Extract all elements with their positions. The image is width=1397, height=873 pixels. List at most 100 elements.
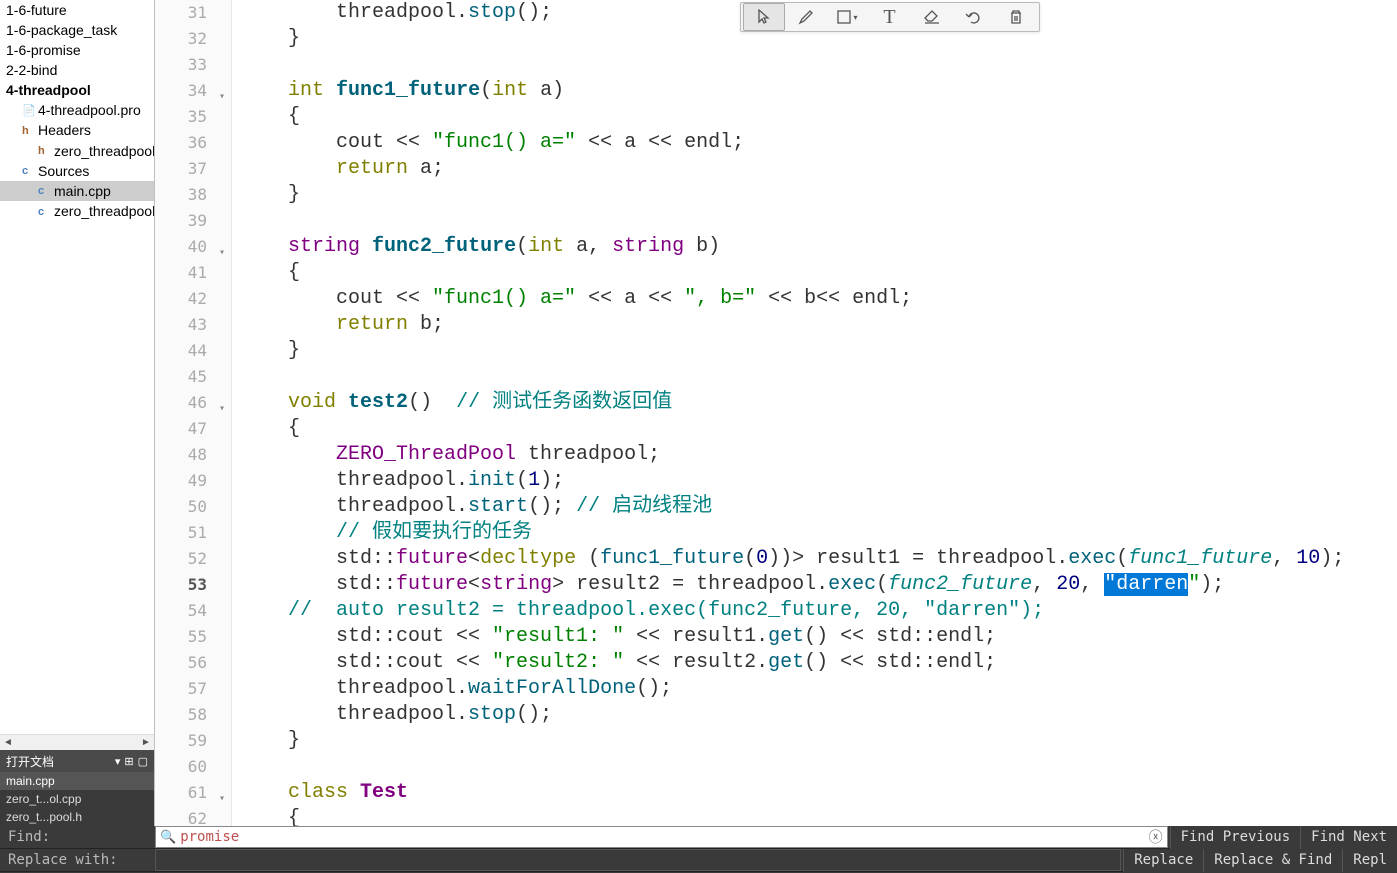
cursor-tool[interactable]	[743, 3, 785, 31]
code-line[interactable]: string func2_future(int a, string b)	[240, 234, 1397, 260]
line-number: 33	[155, 52, 231, 78]
dropdown-icon[interactable]: ▾	[115, 755, 121, 768]
line-number: 47	[155, 416, 231, 442]
code-line[interactable]: void test2() // 测试任务函数返回值	[240, 390, 1397, 416]
undo-tool[interactable]	[953, 3, 995, 31]
line-number: 46▾	[155, 390, 231, 416]
code-line[interactable]: return a;	[240, 156, 1397, 182]
code-line[interactable]: {	[240, 104, 1397, 130]
code-line[interactable]: }	[240, 182, 1397, 208]
code-line[interactable]: threadpool.waitForAllDone();	[240, 676, 1397, 702]
code-line[interactable]: threadpool.init(1);	[240, 468, 1397, 494]
line-number: 51	[155, 520, 231, 546]
find-button[interactable]: Find Previous	[1170, 826, 1301, 849]
code-line[interactable]	[240, 364, 1397, 390]
line-number: 32	[155, 26, 231, 52]
eraser-tool[interactable]	[911, 3, 953, 31]
code-line[interactable]: threadpool.start(); // 启动线程池	[240, 494, 1397, 520]
line-number: 38	[155, 182, 231, 208]
tree-item[interactable]: hzero_threadpool	[0, 141, 154, 161]
open-doc-item[interactable]: main.cpp	[0, 772, 154, 790]
code-line[interactable]: ZERO_ThreadPool threadpool;	[240, 442, 1397, 468]
code-line[interactable]: int func1_future(int a)	[240, 78, 1397, 104]
tree-item[interactable]: 1-6-package_task	[0, 20, 154, 40]
pencil-tool[interactable]	[785, 3, 827, 31]
code-line[interactable]: }	[240, 728, 1397, 754]
line-number: 42	[155, 286, 231, 312]
find-button[interactable]: Find Next	[1300, 826, 1397, 849]
code-line[interactable]: std::cout << "result2: " << result2.get(…	[240, 650, 1397, 676]
line-number: 57	[155, 676, 231, 702]
code-line[interactable]: // auto result2 = threadpool.exec(func2_…	[240, 598, 1397, 624]
tree-item[interactable]: 📄4-threadpool.pro	[0, 100, 154, 120]
line-number: 50	[155, 494, 231, 520]
search-icon: 🔍	[160, 830, 176, 845]
tree-item[interactable]: 4-threadpool	[0, 80, 154, 100]
open-docs-title: 打开文档	[6, 753, 54, 770]
clear-icon[interactable]: ⓧ	[1149, 827, 1163, 847]
line-number: 58	[155, 702, 231, 728]
tree-item[interactable]: cmain.cpp	[0, 181, 154, 201]
line-number: 37	[155, 156, 231, 182]
text-tool[interactable]: T	[869, 3, 911, 31]
line-number: 61▾	[155, 780, 231, 806]
code-line[interactable]	[240, 208, 1397, 234]
code-line[interactable]: }	[240, 338, 1397, 364]
code-line[interactable]: std::future<string> result2 = threadpool…	[240, 572, 1397, 598]
find-label: Find:	[0, 829, 155, 845]
replace-input-wrap[interactable]	[155, 849, 1121, 871]
tree-item[interactable]: czero_threadpool	[0, 201, 154, 221]
find-replace-bar: Find: 🔍 ⓧ Find PreviousFind Next Replace…	[0, 826, 1397, 873]
tree-item[interactable]: 2-2-bind	[0, 60, 154, 80]
scroll-right-icon[interactable]: ►	[138, 735, 154, 751]
code-line[interactable]: std::cout << "result1: " << result1.get(…	[240, 624, 1397, 650]
sidebar: 1-6-future1-6-package_task1-6-promise2-2…	[0, 0, 155, 826]
code-line[interactable]: std::future<decltype (func1_future(0))> …	[240, 546, 1397, 572]
tree-item[interactable]: cSources	[0, 161, 154, 181]
trash-tool[interactable]	[995, 3, 1037, 31]
line-number: 62	[155, 806, 231, 826]
line-number: 34▾	[155, 78, 231, 104]
line-number: 59	[155, 728, 231, 754]
line-gutter: 31323334▾353637383940▾414243444546▾47484…	[155, 0, 232, 826]
find-input-wrap[interactable]: 🔍 ⓧ	[155, 826, 1168, 848]
line-number: 60	[155, 754, 231, 780]
project-tree[interactable]: 1-6-future1-6-package_task1-6-promise2-2…	[0, 0, 154, 734]
replace-button[interactable]: Replace & Find	[1203, 849, 1342, 872]
line-number: 39	[155, 208, 231, 234]
code-line[interactable]: // 假如要执行的任务	[240, 520, 1397, 546]
line-number: 36	[155, 130, 231, 156]
line-number: 43	[155, 312, 231, 338]
code-line[interactable]: return b;	[240, 312, 1397, 338]
editor[interactable]: 31323334▾353637383940▾414243444546▾47484…	[155, 0, 1397, 826]
code-area[interactable]: threadpool.stop(); } int func1_future(in…	[232, 0, 1397, 826]
code-line[interactable]: {	[240, 260, 1397, 286]
scroll-left-icon[interactable]: ◄	[0, 735, 16, 751]
line-number: 41	[155, 260, 231, 286]
open-doc-item[interactable]: zero_t...ol.cpp	[0, 790, 154, 808]
line-number: 56	[155, 650, 231, 676]
code-line[interactable]: cout << "func1() a=" << a << ", b=" << b…	[240, 286, 1397, 312]
split-icon[interactable]: ⊞	[124, 755, 133, 768]
tree-item[interactable]: 1-6-future	[0, 0, 154, 20]
line-number: 48	[155, 442, 231, 468]
replace-button[interactable]: Replace	[1123, 849, 1203, 872]
tree-item[interactable]: hHeaders	[0, 120, 154, 140]
code-line[interactable]: cout << "func1() a=" << a << endl;	[240, 130, 1397, 156]
code-line[interactable]	[240, 52, 1397, 78]
find-input[interactable]	[180, 829, 1148, 845]
line-number: 54	[155, 598, 231, 624]
close-panel-icon[interactable]: ▢	[138, 755, 148, 768]
shape-tool[interactable]: ▾	[827, 3, 869, 31]
code-line[interactable]	[240, 754, 1397, 780]
code-line[interactable]: threadpool.stop();	[240, 702, 1397, 728]
open-doc-item[interactable]: zero_t...pool.h	[0, 808, 154, 826]
line-number: 40▾	[155, 234, 231, 260]
code-line[interactable]: class Test	[240, 780, 1397, 806]
tree-item[interactable]: 1-6-promise	[0, 40, 154, 60]
code-line[interactable]: {	[240, 806, 1397, 826]
line-number: 52	[155, 546, 231, 572]
code-line[interactable]: {	[240, 416, 1397, 442]
sidebar-scrollbar[interactable]: ◄ ►	[0, 734, 154, 750]
replace-button[interactable]: Repl	[1342, 849, 1397, 872]
